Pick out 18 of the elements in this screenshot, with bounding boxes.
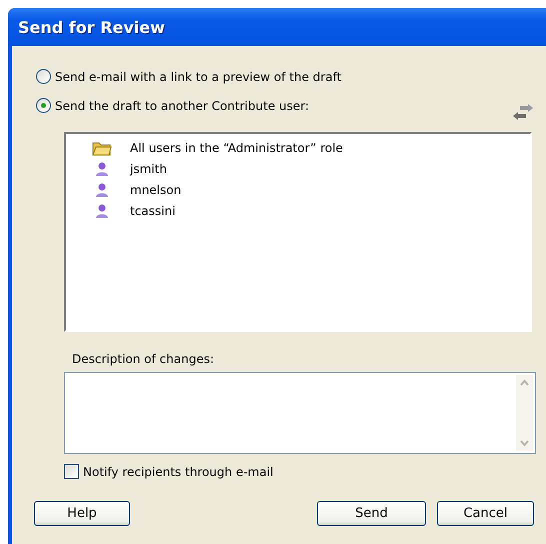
window-title: Send for Review [18, 18, 165, 36]
option-label[interactable]: Send e-mail with a link to a preview of the draft [55, 70, 342, 84]
radio-button[interactable] [36, 98, 51, 113]
recipient-item[interactable]: tcassini [130, 204, 176, 218]
recipient-item[interactable]: jsmith [130, 162, 167, 176]
swap-arrows-icon[interactable] [512, 104, 534, 122]
recipient-item[interactable]: All users in the “Administrator” role [130, 140, 343, 154]
radio-button[interactable] [36, 69, 51, 84]
recipient-item[interactable]: mnelson [130, 182, 182, 196]
dialog-button[interactable]: Cancel [437, 501, 534, 526]
dialog-button[interactable]: Send [317, 501, 426, 526]
description-label: Description of changes: [72, 352, 215, 366]
folder-icon [92, 140, 112, 156]
dialog-button[interactable]: Help [34, 501, 130, 526]
recipient-list[interactable]: All users in the “Administrator” role jsmith mnelson tcassini [64, 132, 532, 332]
checkbox[interactable] [64, 464, 79, 479]
option-label[interactable]: Send the draft to another Contribute user: [55, 98, 310, 112]
checkbox-label[interactable]: Notify recipients through e-mail [83, 464, 274, 478]
